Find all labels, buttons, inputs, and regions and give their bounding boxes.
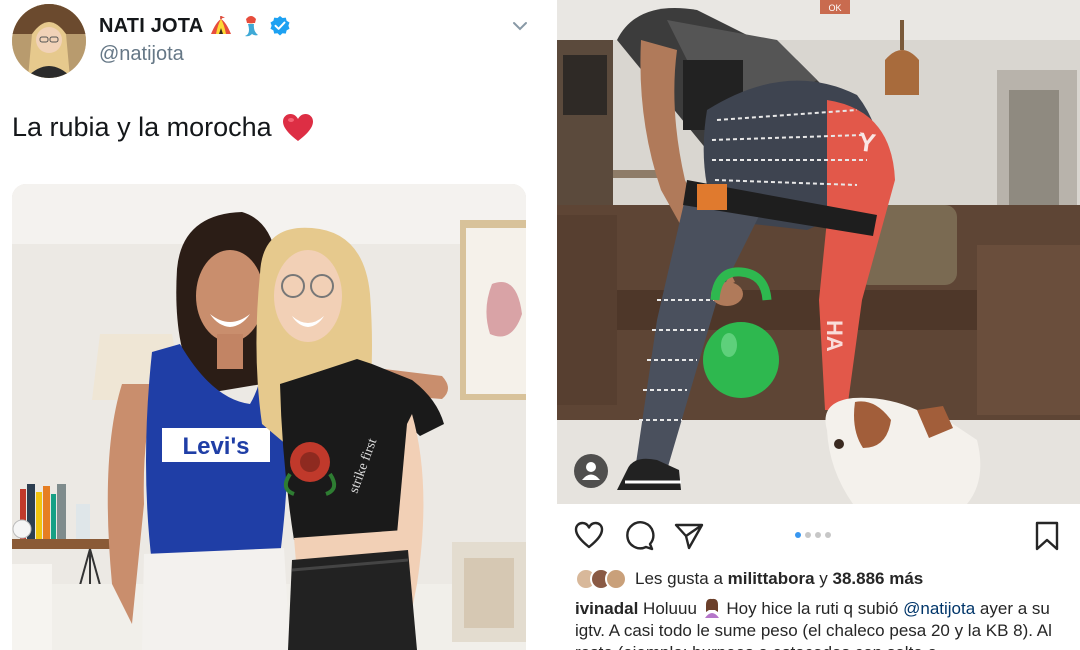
- mermaid-icon: [239, 14, 263, 38]
- action-bar: [557, 504, 1080, 562]
- caption-text-2: Hoy hice la ruti q subió: [726, 599, 899, 618]
- likes-prefix: Les gusta a: [635, 569, 723, 588]
- svg-text:HA: HA: [822, 320, 847, 352]
- display-name[interactable]: NATI JOTA: [99, 15, 203, 38]
- red-heart-icon: [282, 113, 314, 143]
- post-caption: ivinadal Holuuu Hoy hice la ruti q subió…: [575, 598, 1071, 650]
- likes-row: Les gusta a milittabora y 38.886 más: [575, 566, 923, 592]
- instagram-post: OK Y HA Les gusta a milittabora y 38.886…: [557, 0, 1080, 650]
- caption-username[interactable]: ivinadal: [575, 599, 638, 618]
- share-icon[interactable]: [673, 520, 705, 552]
- levis-logo-text: Levi's: [182, 433, 249, 460]
- carousel-dots: [795, 532, 831, 538]
- circus-tent-icon: [209, 14, 233, 38]
- heart-icon[interactable]: [573, 520, 605, 552]
- tweet-body: La rubia y la morocha: [12, 112, 272, 142]
- tweet-text: La rubia y la morocha: [12, 112, 314, 143]
- woman-gesturing-icon: [702, 598, 722, 618]
- likes-connector: y: [819, 569, 828, 588]
- carousel-dot: [795, 532, 801, 538]
- carousel-dot: [815, 532, 821, 538]
- kettlebell: [703, 322, 779, 398]
- tagged-user-icon[interactable]: [574, 454, 608, 488]
- post-video[interactable]: OK Y HA: [557, 0, 1080, 504]
- bookmark-icon[interactable]: [1031, 520, 1063, 552]
- liker-username[interactable]: milittabora: [728, 569, 815, 589]
- user-handle[interactable]: @natijota: [99, 43, 184, 66]
- caption-mention-link[interactable]: @natijota: [903, 599, 975, 618]
- panel-divider: [548, 0, 557, 650]
- tweet-photo[interactable]: Levi's strike first: [12, 184, 526, 650]
- avatar[interactable]: [12, 4, 86, 78]
- chevron-down-icon[interactable]: [510, 16, 530, 36]
- avatar: [605, 568, 627, 590]
- verified-badge-icon: [269, 15, 291, 37]
- tweet-card: NATI JOTA @natijota La rubia y la moroch…: [0, 0, 548, 650]
- likes-count[interactable]: 38.886 más: [833, 569, 924, 589]
- carousel-dot: [825, 532, 831, 538]
- svg-text:OK: OK: [828, 3, 841, 13]
- carousel-dot: [805, 532, 811, 538]
- liker-avatars[interactable]: [575, 568, 627, 590]
- caption-text-1: Holuuu: [643, 599, 697, 618]
- comment-icon[interactable]: [623, 520, 655, 552]
